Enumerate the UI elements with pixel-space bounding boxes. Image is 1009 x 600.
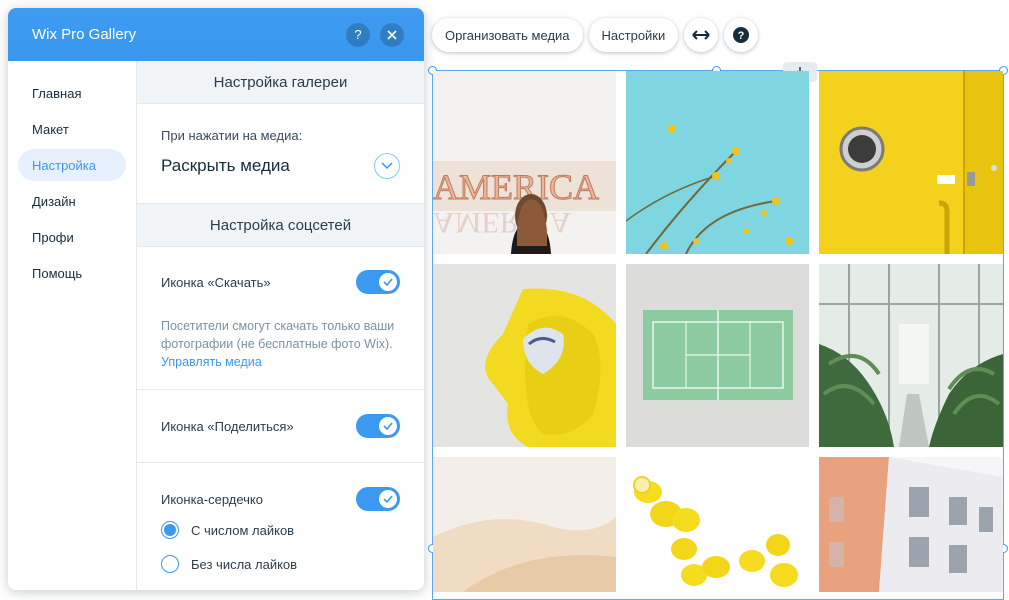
share-row: Иконка «Поделиться» xyxy=(161,390,400,462)
yellow-sofa-photo[interactable] xyxy=(433,264,616,447)
download-block: Иконка «Скачать» Посетители смогут скача… xyxy=(137,247,424,390)
settings-panel: Wix Pro Gallery ? Главная Макет Настройк… xyxy=(8,8,424,590)
stretch-arrows-icon[interactable] xyxy=(684,18,719,52)
close-icon[interactable] xyxy=(380,22,404,47)
click-action-value: Раскрыть медиа xyxy=(161,156,290,175)
sidebar-item-design[interactable]: Дизайн xyxy=(18,185,126,217)
sidebar-item-help[interactable]: Помощь xyxy=(18,257,126,289)
settings-button[interactable]: Настройки xyxy=(588,18,679,52)
radio-without-likes[interactable]: Без числа лайков xyxy=(161,547,400,581)
sidebar-item-pro[interactable]: Профи xyxy=(18,221,126,253)
radio-button[interactable] xyxy=(161,555,179,573)
svg-text:?: ? xyxy=(738,30,745,42)
check-icon xyxy=(379,417,397,435)
love-block: Иконка-сердечко С числом лайков Без числ… xyxy=(137,463,424,581)
share-label: Иконка «Поделиться» xyxy=(161,418,294,434)
yellow-door-porthole-photo[interactable] xyxy=(819,71,1003,254)
panel-header[interactable]: Wix Pro Gallery ? xyxy=(8,8,424,61)
download-hint: Посетители смогут скачать только ваши фо… xyxy=(161,317,400,371)
manage-media-link[interactable]: Управлять медиа xyxy=(161,355,262,369)
sidebar: Главная Макет Настройка Дизайн Профи Пом… xyxy=(8,61,136,590)
sidebar-item-layout[interactable]: Макет xyxy=(18,113,126,145)
yellow-flowers-sky-photo[interactable] xyxy=(626,71,809,254)
sidebar-item-main[interactable]: Главная xyxy=(18,77,126,109)
settings-content: Настройка галереи При нажатии на медиа: … xyxy=(136,61,424,590)
download-label: Иконка «Скачать» xyxy=(161,274,271,290)
check-icon xyxy=(379,490,397,508)
download-row: Иконка «Скачать» xyxy=(161,247,400,317)
greenhouse-plants-photo[interactable] xyxy=(819,264,1003,447)
panel-title: Wix Pro Gallery xyxy=(32,26,137,43)
click-action-label: При нажатии на медиа: xyxy=(161,128,303,143)
gallery-toolbar: Организовать медиа Настройки ? xyxy=(432,18,764,52)
download-hint-text: Посетители смогут скачать только ваши фо… xyxy=(161,319,395,351)
radio-label: С числом лайков xyxy=(191,522,295,538)
radio-with-likes[interactable]: С числом лайков xyxy=(161,513,400,547)
share-block: Иконка «Поделиться» xyxy=(137,390,424,463)
chevron-down-icon[interactable] xyxy=(374,153,400,179)
sidebar-item-settings[interactable]: Настройка xyxy=(18,149,126,181)
download-toggle[interactable] xyxy=(356,270,400,294)
help-icon[interactable]: ? xyxy=(724,18,759,52)
america-sign-photo[interactable]: AMERICA AMERICA xyxy=(433,71,616,254)
organize-media-button[interactable]: Организовать медиа xyxy=(432,18,583,52)
question-icon[interactable]: ? xyxy=(346,22,370,47)
love-label: Иконка-сердечко xyxy=(161,491,264,507)
radio-button[interactable] xyxy=(161,521,179,539)
click-action-block: При нажатии на медиа: Раскрыть медиа xyxy=(137,104,424,204)
check-icon xyxy=(379,273,397,291)
lemons-photo[interactable] xyxy=(626,457,809,592)
sand-dunes-photo[interactable] xyxy=(433,457,616,592)
svg-text:AMERICA: AMERICA xyxy=(433,206,572,239)
svg-text:AMERICA: AMERICA xyxy=(433,167,599,207)
click-action-dropdown[interactable]: Раскрыть медиа xyxy=(161,153,400,179)
building-facade-photo[interactable] xyxy=(819,457,1003,592)
share-toggle[interactable] xyxy=(356,414,400,438)
social-settings-title: Настройка соцсетей xyxy=(137,204,424,247)
tennis-court-photo[interactable] xyxy=(626,264,809,447)
radio-label: Без числа лайков xyxy=(191,556,298,572)
love-toggle[interactable] xyxy=(356,487,400,511)
gallery-settings-title: Настройка галереи xyxy=(137,61,424,104)
